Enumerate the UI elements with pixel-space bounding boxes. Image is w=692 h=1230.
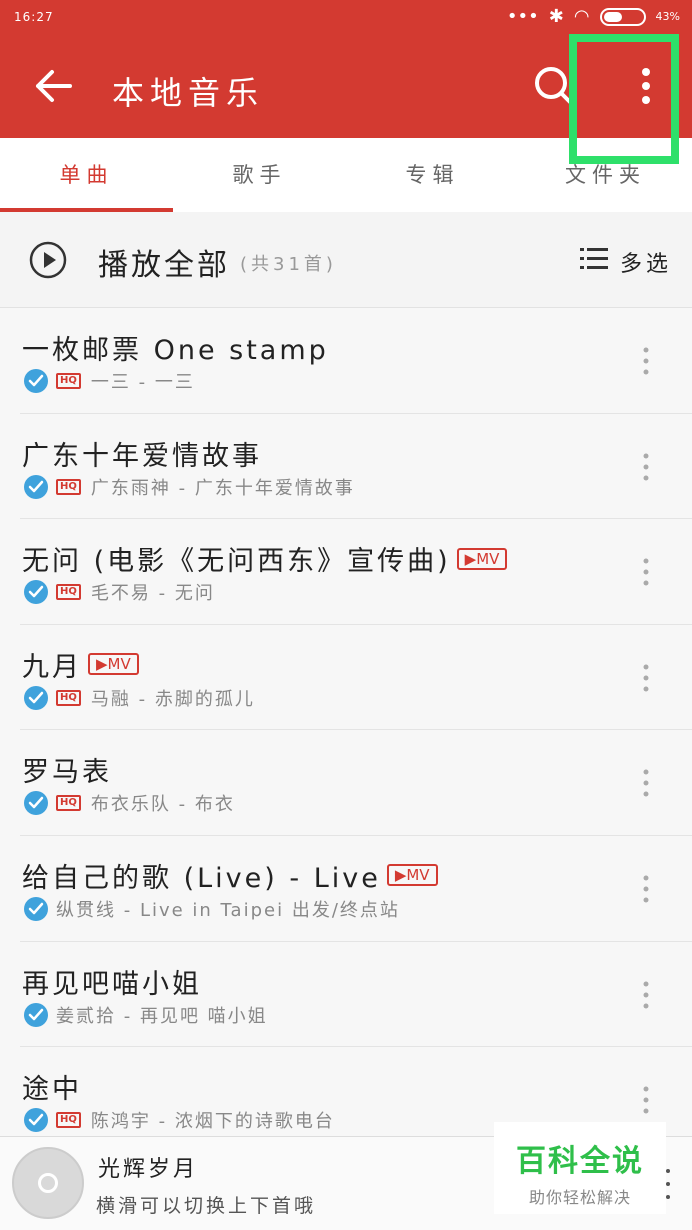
song-count: (共31首) xyxy=(240,254,337,275)
song-subtitle: 纵贯线 - Live in Taipei 出发/终点站 xyxy=(24,896,400,922)
song-title: 罗马表 xyxy=(22,750,112,789)
song-title: 一枚邮票 One stamp xyxy=(22,328,329,367)
status-bar: 16:27 ••• ✱ ◠ 43% xyxy=(0,0,692,36)
song-title: 九月 ▶MV xyxy=(22,645,139,684)
song-more-icon[interactable] xyxy=(640,557,652,587)
battery-level: 43% xyxy=(655,10,680,23)
song-title-text: 一枚邮票 One stamp xyxy=(22,335,329,366)
downloaded-check-icon xyxy=(24,791,48,816)
song-row[interactable]: 一枚邮票 One stamp HQ 一三 - 一三 xyxy=(0,308,692,414)
downloaded-check-icon xyxy=(24,685,48,710)
song-more-icon[interactable] xyxy=(640,346,652,376)
artist-album-text: 毛不易 - 无问 xyxy=(90,583,215,605)
song-title-text: 再见吧喵小姐 xyxy=(22,968,202,1000)
watermark-subtitle: 助你轻松解决 xyxy=(528,1188,631,1207)
play-all-label[interactable]: 播放全部 xyxy=(98,240,230,284)
song-more-icon[interactable] xyxy=(640,1085,652,1115)
page-title: 本地音乐 xyxy=(112,74,265,112)
downloaded-check-icon xyxy=(24,896,48,921)
song-row[interactable]: 给自己的歌 (Live) - Live ▶MV 纵贯线 - Live in Taip… xyxy=(0,835,692,942)
wifi-icon: ◠ xyxy=(573,6,590,27)
song-subtitle: HQ 广东雨神 - 广东十年爱情故事 xyxy=(24,474,355,500)
song-title-text: 无问 (电影《无问西东》宣传曲) xyxy=(22,546,451,578)
tab-songs[interactable]: 单曲 xyxy=(0,138,173,212)
song-title-text: 广东十年爱情故事 xyxy=(22,440,262,472)
mv-badge[interactable]: ▶MV xyxy=(88,653,139,676)
song-row[interactable]: 九月 ▶MV HQ 马融 - 赤脚的孤儿 xyxy=(0,624,692,731)
song-row[interactable]: 无问 (电影《无问西东》宣传曲) ▶MV HQ 毛不易 - 无问 xyxy=(0,519,692,625)
artist-album-text: 一三 - 一三 xyxy=(90,372,195,393)
song-list: 一枚邮票 One stamp HQ 一三 - 一三广东十年爱情故事 HQ 广东雨神 - … xyxy=(0,308,692,1153)
song-subtitle: 姜贰拾 - 再见吧 喵小姐 xyxy=(24,1002,268,1028)
tab-artists[interactable]: 歌手 xyxy=(173,138,346,212)
more-notifications-icon: ••• xyxy=(506,6,539,27)
mv-badge[interactable]: ▶MV xyxy=(456,547,508,570)
watermark-logo: 百科全说 助你轻松解决 xyxy=(494,1122,666,1214)
album-disc-icon[interactable] xyxy=(12,1147,84,1219)
now-playing-title: 光辉岁月 xyxy=(98,1157,199,1182)
song-title-text: 罗马表 xyxy=(22,757,112,789)
hq-badge: HQ xyxy=(56,795,81,812)
battery-icon xyxy=(599,7,646,26)
artist-album-text: 马融 - 赤脚的孤儿 xyxy=(90,688,255,710)
song-row[interactable]: 罗马表 HQ 布衣乐队 - 布衣 xyxy=(0,730,692,836)
song-title: 广东十年爱情故事 xyxy=(22,434,262,473)
swipe-hint: 横滑可以切换上下首哦 xyxy=(96,1195,317,1217)
song-subtitle: HQ 陈鸿宇 - 浓烟下的诗歌电台 xyxy=(24,1107,335,1133)
artist-album-text: 广东雨神 - 广东十年爱情故事 xyxy=(90,477,355,499)
song-title: 再见吧喵小姐 xyxy=(22,962,202,1001)
song-title: 无问 (电影《无问西东》宣传曲) ▶MV xyxy=(22,539,508,578)
artist-album-text: 陈鸿宇 - 浓烟下的诗歌电台 xyxy=(90,1111,335,1133)
downloaded-check-icon xyxy=(24,369,48,393)
artist-album-text: 布衣乐队 - 布衣 xyxy=(90,794,235,816)
watermark-title: 百科全说 xyxy=(516,1144,644,1179)
status-icons: ••• ✱ ◠ 43% xyxy=(507,6,680,27)
song-row[interactable]: 广东十年爱情故事 HQ 广东雨神 - 广东十年爱情故事 xyxy=(0,413,692,520)
song-more-icon[interactable] xyxy=(640,768,652,798)
downloaded-check-icon xyxy=(24,1108,48,1133)
song-row[interactable]: 再见吧喵小姐姜贰拾 - 再见吧 喵小姐 xyxy=(0,941,692,1048)
song-more-icon[interactable] xyxy=(640,452,652,482)
hq-badge: HQ xyxy=(56,689,81,706)
bluetooth-icon: ✱ xyxy=(548,6,564,27)
song-title: 途中 xyxy=(22,1067,82,1106)
list-icon[interactable] xyxy=(580,246,608,272)
mv-badge[interactable]: ▶MV xyxy=(386,864,438,887)
highlight-box xyxy=(569,34,679,164)
song-more-icon[interactable] xyxy=(640,874,652,904)
song-title-text: 途中 xyxy=(22,1074,82,1106)
artist-album-text: 纵贯线 - Live in Taipei 出发/终点站 xyxy=(56,899,400,921)
tab-albums[interactable]: 专辑 xyxy=(346,138,519,212)
song-subtitle: HQ 毛不易 - 无问 xyxy=(24,579,215,605)
play-all-icon[interactable] xyxy=(28,240,68,280)
song-more-icon[interactable] xyxy=(640,663,652,693)
song-title-text: 给自己的歌 (Live) - Live xyxy=(22,862,381,894)
song-subtitle: HQ 马融 - 赤脚的孤儿 xyxy=(24,685,255,711)
hq-badge: HQ xyxy=(56,584,81,601)
status-time: 16:27 xyxy=(14,10,54,24)
hq-badge: HQ xyxy=(56,1112,81,1129)
back-arrow-icon[interactable] xyxy=(30,62,78,110)
song-subtitle: HQ 一三 - 一三 xyxy=(24,368,195,394)
hq-badge: HQ xyxy=(56,478,81,495)
song-subtitle: HQ 布衣乐队 - 布衣 xyxy=(24,790,235,816)
song-title: 给自己的歌 (Live) - Live ▶MV xyxy=(22,856,438,895)
downloaded-check-icon xyxy=(24,1002,48,1027)
multi-select-button[interactable]: 多选 xyxy=(620,246,672,278)
artist-album-text: 姜贰拾 - 再见吧 喵小姐 xyxy=(56,1005,268,1027)
downloaded-check-icon xyxy=(24,474,48,499)
song-more-icon[interactable] xyxy=(640,980,652,1010)
downloaded-check-icon xyxy=(24,580,48,605)
song-title-text: 九月 xyxy=(22,651,82,683)
play-all-row[interactable]: 播放全部 (共31首) 多选 xyxy=(0,212,692,308)
hq-badge: HQ xyxy=(56,373,81,389)
